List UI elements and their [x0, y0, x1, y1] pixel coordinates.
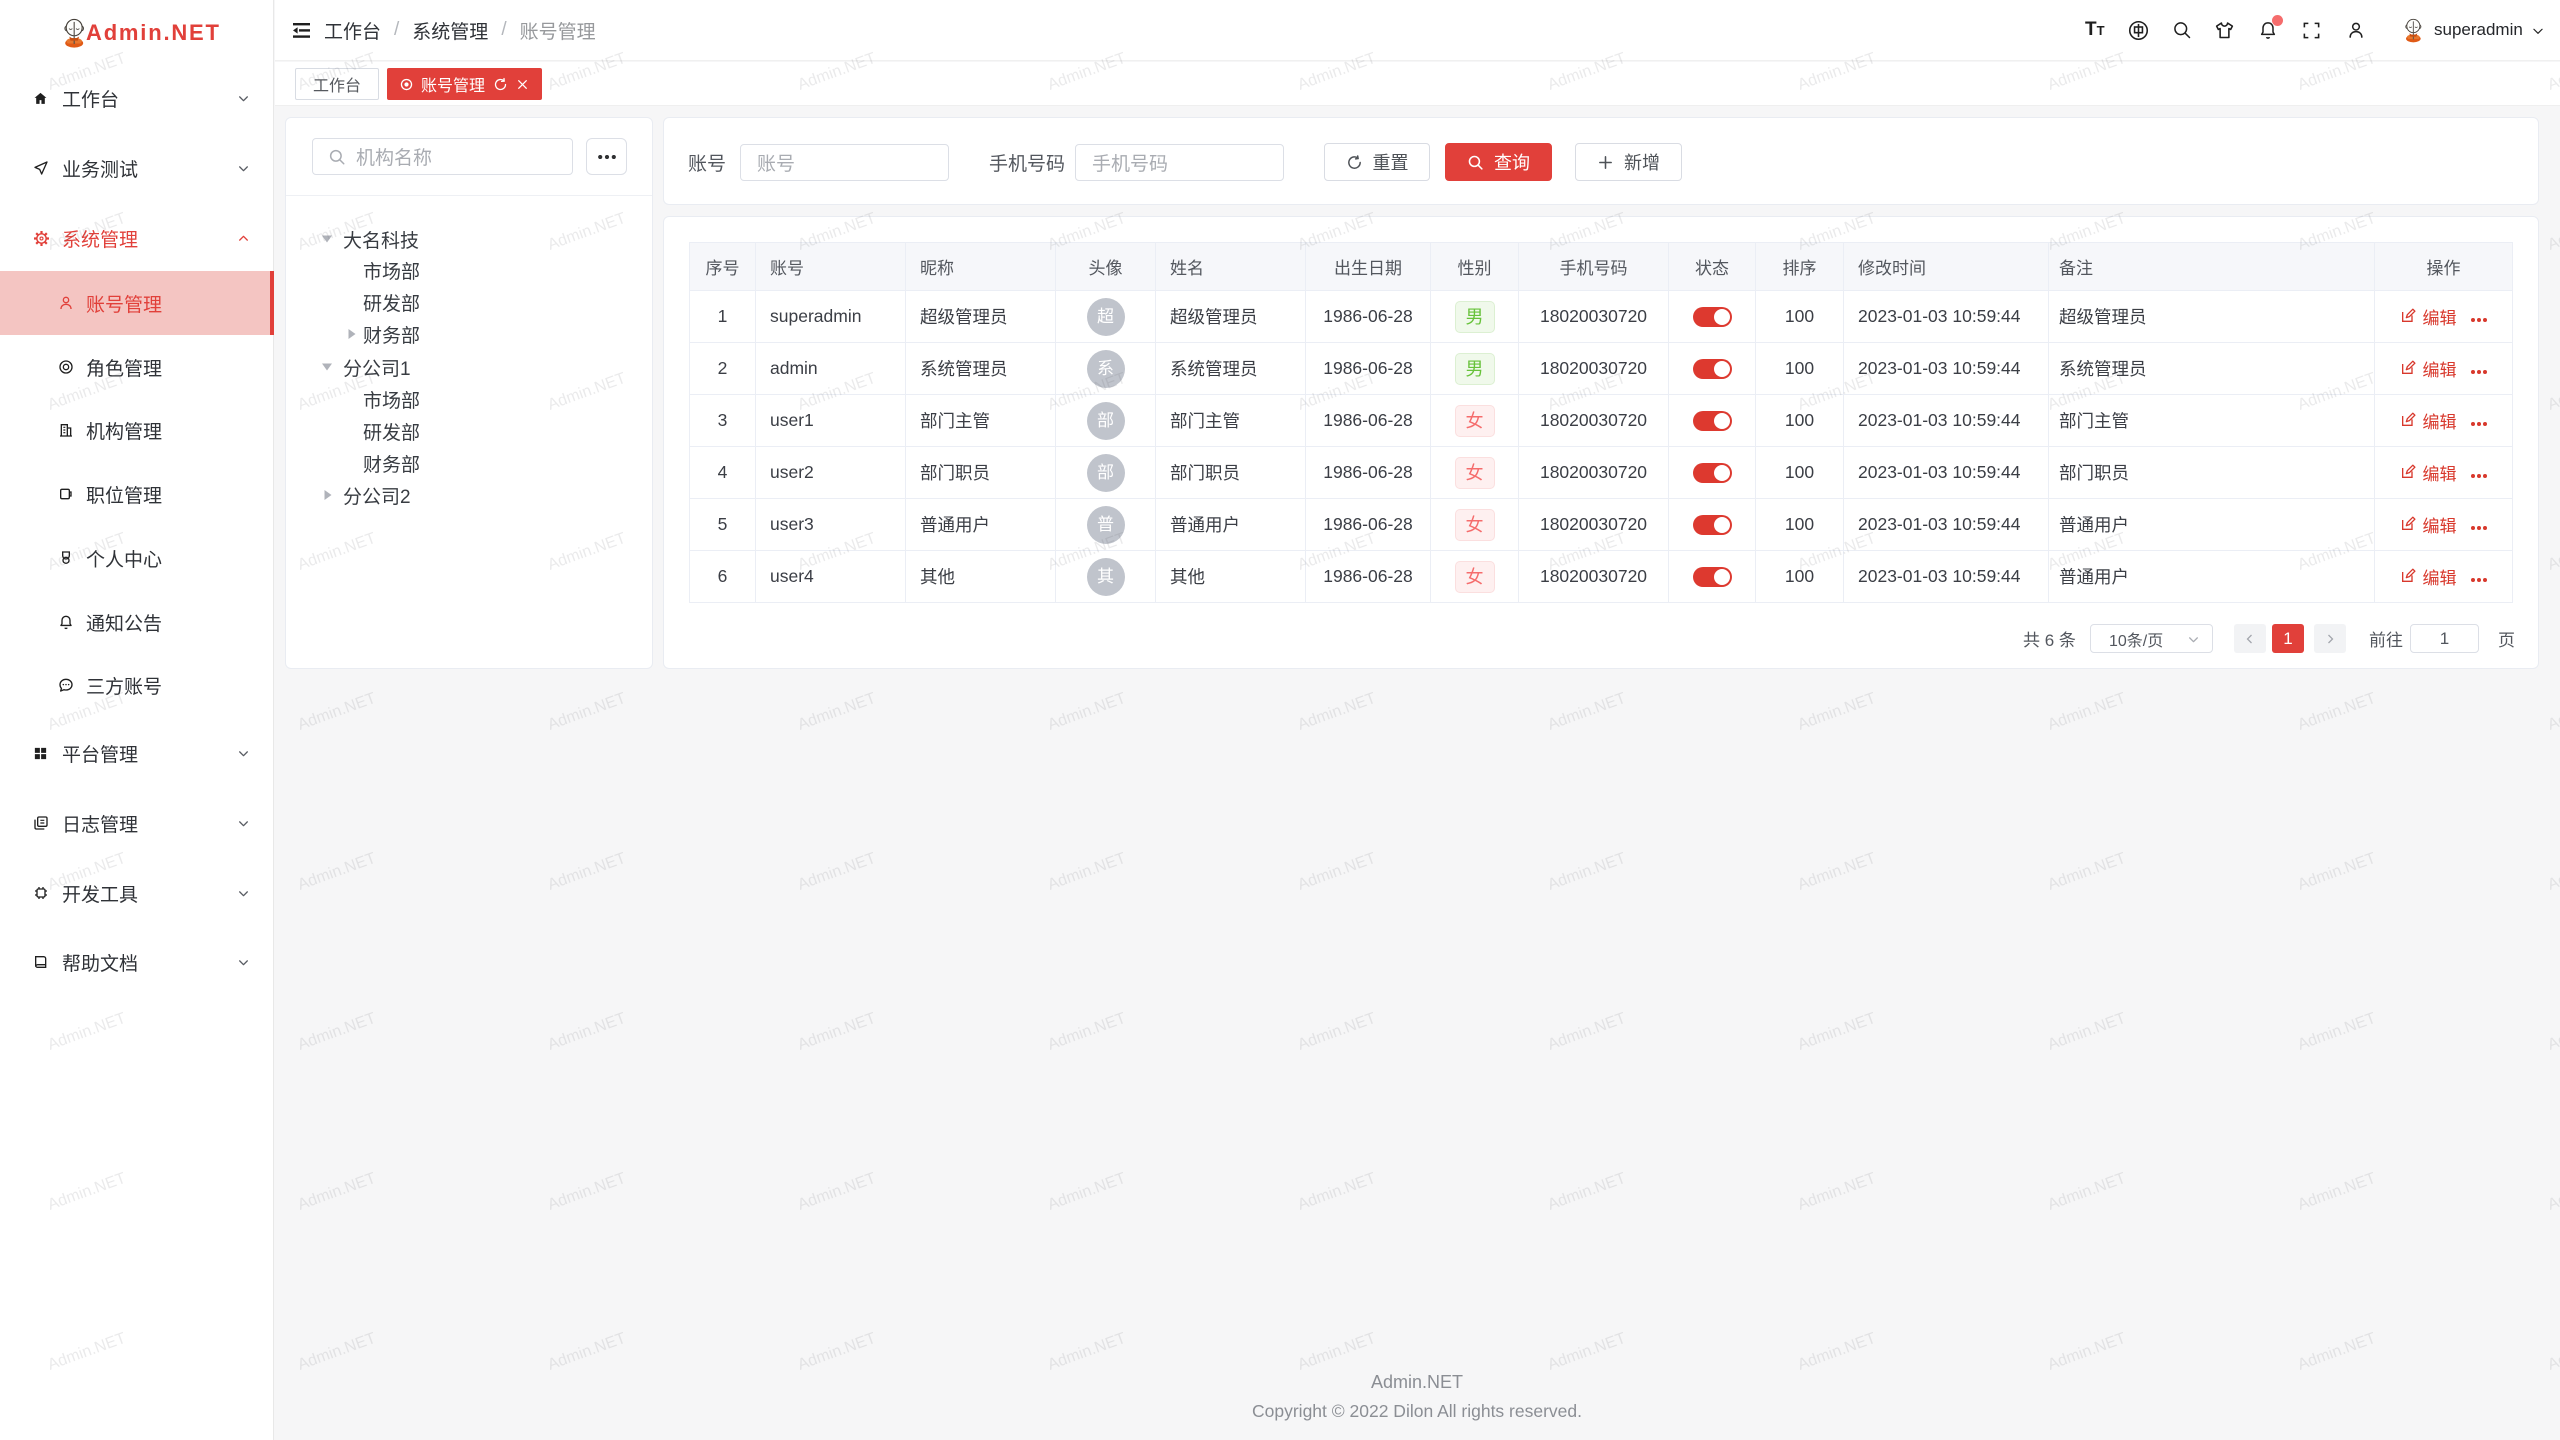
svg-text:Admin.NET: Admin.NET: [296, 1010, 379, 1054]
svg-text:Admin.NET: Admin.NET: [546, 1330, 629, 1374]
svg-text:Admin.NET: Admin.NET: [546, 1170, 629, 1214]
svg-text:Admin.NET: Admin.NET: [1296, 1010, 1379, 1054]
svg-text:Admin.NET: Admin.NET: [296, 690, 379, 734]
svg-text:Admin.NET: Admin.NET: [1546, 850, 1629, 894]
svg-text:Admin.NET: Admin.NET: [1796, 1010, 1879, 1054]
svg-text:Admin.NET: Admin.NET: [1546, 1170, 1629, 1214]
svg-text:Admin.NET: Admin.NET: [1046, 1010, 1129, 1054]
svg-text:Admin.NET: Admin.NET: [2046, 1170, 2129, 1214]
svg-text:Admin.NET: Admin.NET: [296, 1170, 379, 1214]
svg-text:Admin.NET: Admin.NET: [796, 1010, 879, 1054]
svg-text:Admin.NET: Admin.NET: [1546, 690, 1629, 734]
svg-text:Admin.NET: Admin.NET: [2296, 1010, 2379, 1054]
svg-text:Admin.NET: Admin.NET: [2546, 850, 2560, 894]
svg-text:Admin.NET: Admin.NET: [1796, 1170, 1879, 1214]
svg-text:Admin.NET: Admin.NET: [2546, 1010, 2560, 1054]
svg-text:Admin.NET: Admin.NET: [546, 850, 629, 894]
svg-text:Admin.NET: Admin.NET: [1796, 1330, 1879, 1374]
svg-text:Admin.NET: Admin.NET: [1796, 850, 1879, 894]
svg-text:Admin.NET: Admin.NET: [1296, 1330, 1379, 1374]
svg-text:Admin.NET: Admin.NET: [296, 850, 379, 894]
svg-text:Admin.NET: Admin.NET: [1046, 850, 1129, 894]
svg-text:Admin.NET: Admin.NET: [796, 690, 879, 734]
svg-text:Admin.NET: Admin.NET: [2296, 850, 2379, 894]
svg-text:Admin.NET: Admin.NET: [796, 1170, 879, 1214]
svg-text:Admin.NET: Admin.NET: [1546, 1330, 1629, 1374]
svg-text:Admin.NET: Admin.NET: [2546, 1170, 2560, 1214]
svg-text:Admin.NET: Admin.NET: [796, 850, 879, 894]
svg-text:Admin.NET: Admin.NET: [1046, 690, 1129, 734]
svg-text:Admin.NET: Admin.NET: [1296, 850, 1379, 894]
svg-text:Admin.NET: Admin.NET: [1546, 1010, 1629, 1054]
svg-text:Admin.NET: Admin.NET: [1796, 690, 1879, 734]
svg-text:Admin.NET: Admin.NET: [2546, 690, 2560, 734]
svg-text:Admin.NET: Admin.NET: [1046, 1330, 1129, 1374]
svg-text:Admin.NET: Admin.NET: [2046, 850, 2129, 894]
svg-text:Admin.NET: Admin.NET: [2046, 1330, 2129, 1374]
svg-text:Admin.NET: Admin.NET: [2296, 1330, 2379, 1374]
svg-text:Admin.NET: Admin.NET: [2046, 1010, 2129, 1054]
svg-text:Admin.NET: Admin.NET: [546, 1010, 629, 1054]
svg-text:Admin.NET: Admin.NET: [2296, 690, 2379, 734]
svg-text:Admin.NET: Admin.NET: [546, 690, 629, 734]
svg-text:Admin.NET: Admin.NET: [2546, 370, 2560, 414]
svg-text:Admin.NET: Admin.NET: [2546, 210, 2560, 254]
svg-text:Admin.NET: Admin.NET: [2296, 1170, 2379, 1214]
svg-text:Admin.NET: Admin.NET: [1046, 1170, 1129, 1214]
svg-text:Admin.NET: Admin.NET: [2046, 690, 2129, 734]
svg-text:Admin.NET: Admin.NET: [2546, 1330, 2560, 1374]
svg-text:Admin.NET: Admin.NET: [796, 1330, 879, 1374]
svg-text:Admin.NET: Admin.NET: [2546, 530, 2560, 574]
svg-text:Admin.NET: Admin.NET: [1296, 1170, 1379, 1214]
svg-text:Admin.NET: Admin.NET: [296, 1330, 379, 1374]
svg-text:Admin.NET: Admin.NET: [1296, 690, 1379, 734]
